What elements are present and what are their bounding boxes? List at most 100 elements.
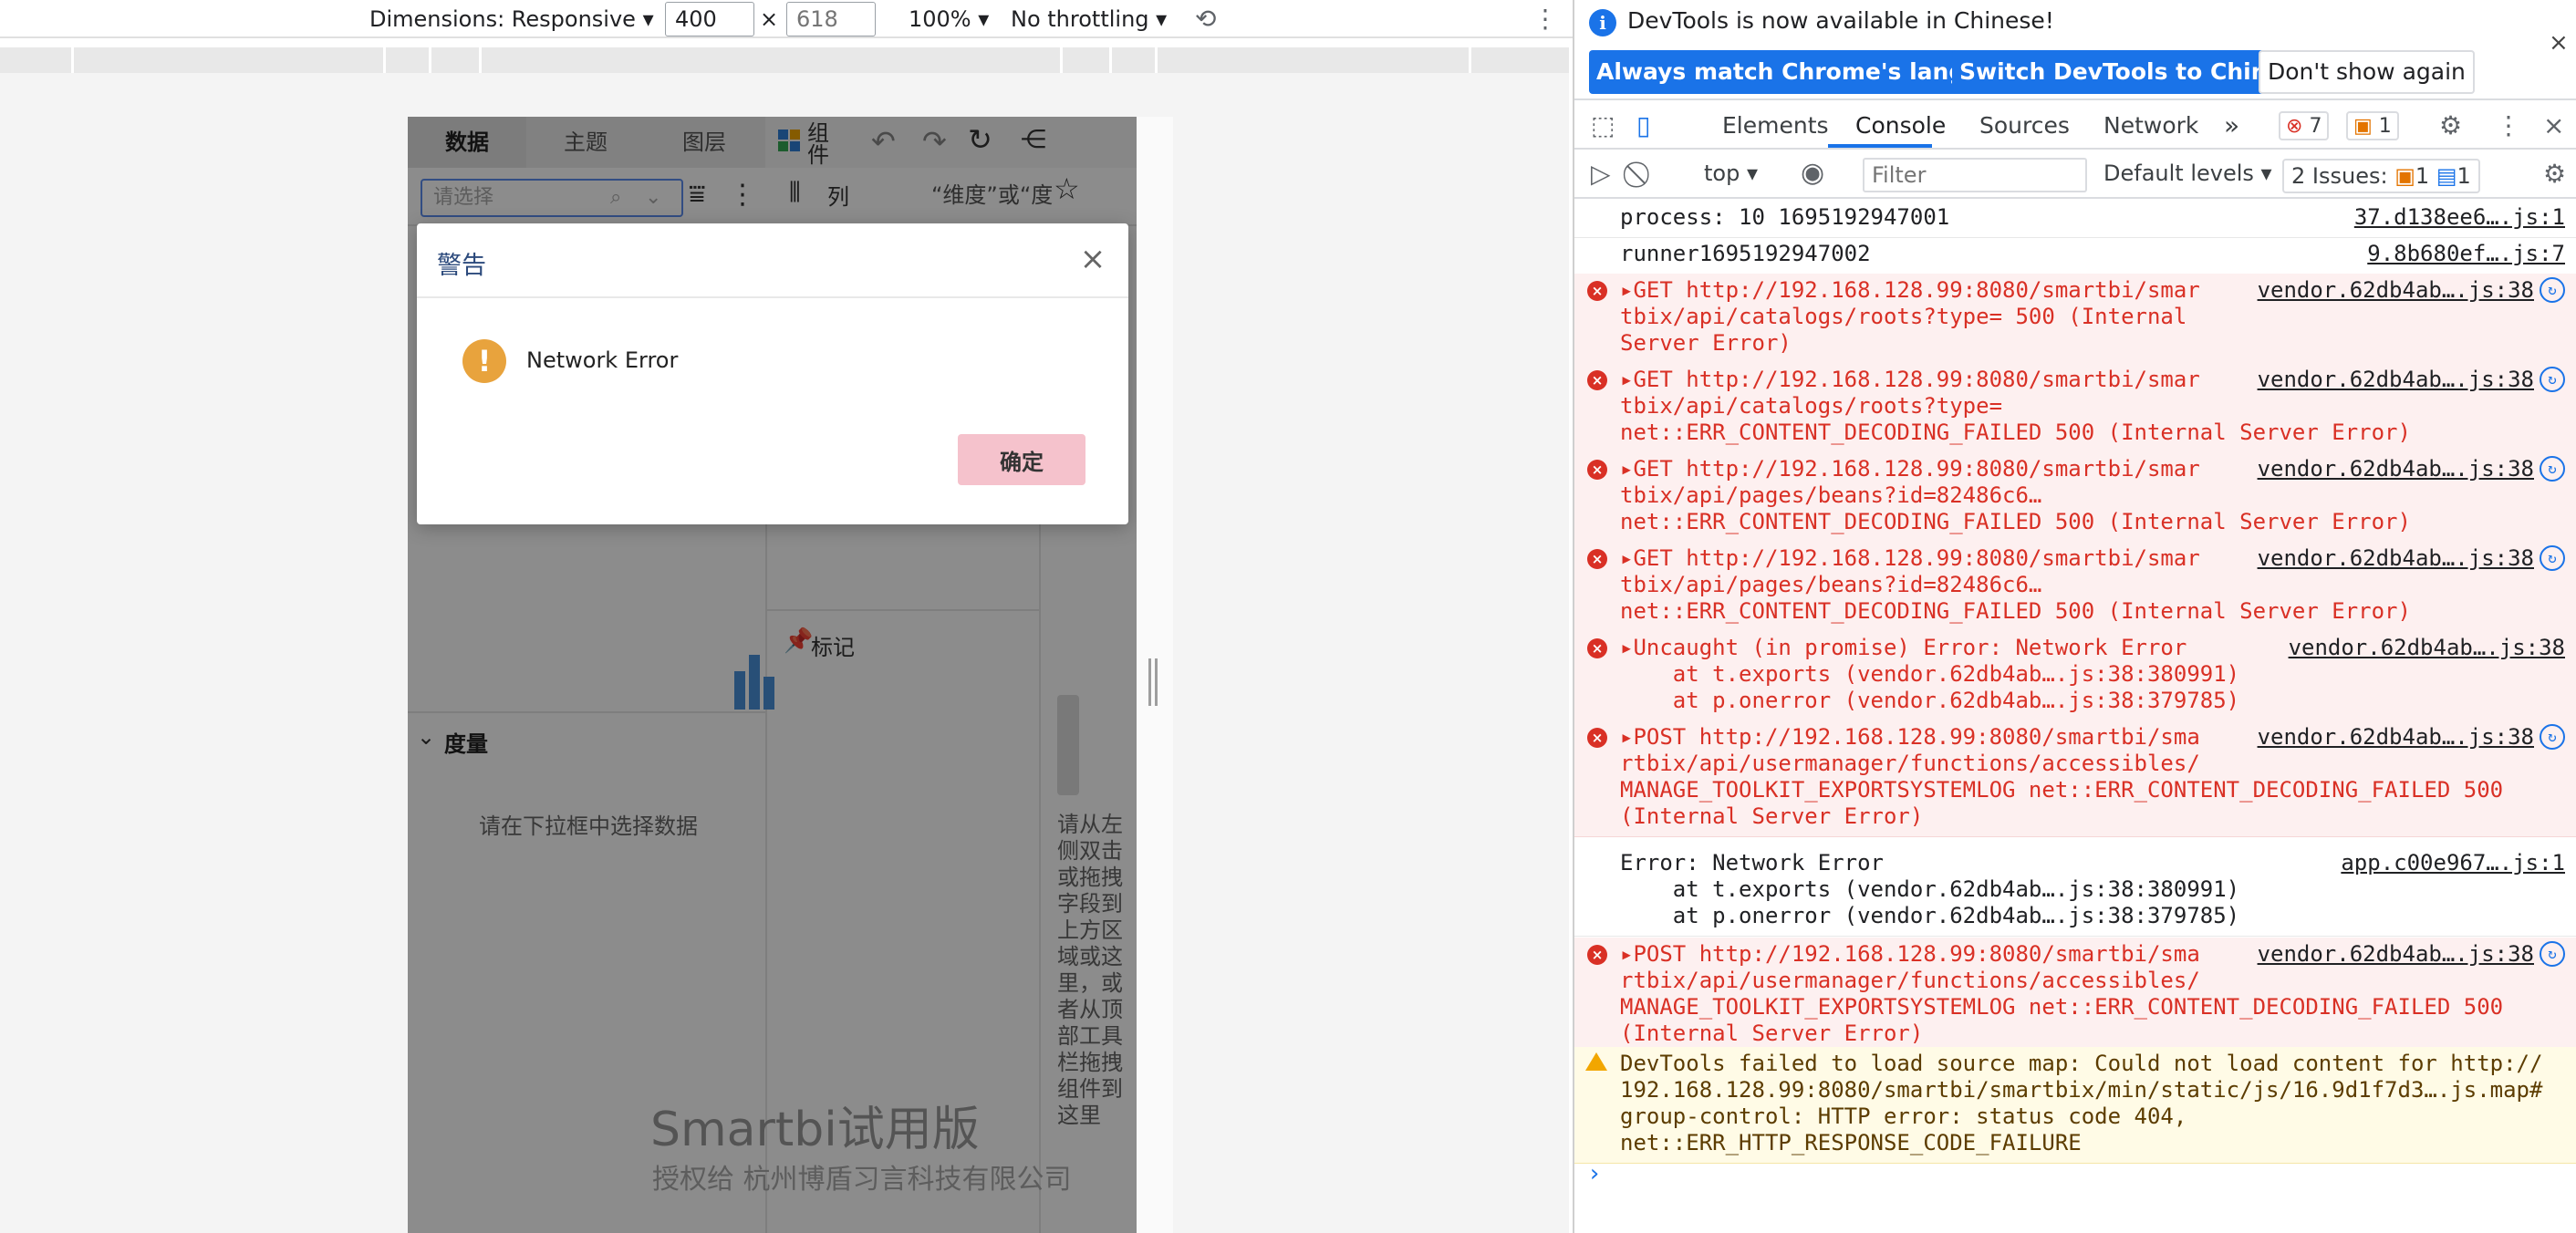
console-error-row[interactable]: × ▸Uncaught (in promise) Error: Network E… (1574, 631, 2576, 721)
console-prompt[interactable]: › (1587, 1160, 1602, 1187)
source-link[interactable]: vendor.62db4ab….js:38 (2289, 635, 2565, 660)
console-message-line: ▸GET http://192.168.128.99:8080/smartbi/… (1620, 367, 2200, 392)
settings-icon[interactable]: ⚙ (2543, 159, 2566, 189)
network-request-icon[interactable]: ↻ (2540, 456, 2565, 482)
console-log-row[interactable]: Error: Network Error at t.exports (vendo… (1574, 846, 2576, 937)
warnings-count: 1 (2378, 115, 2392, 138)
console-error-row[interactable]: × ▸POST http://192.168.128.99:8080/smartb… (1574, 720, 2576, 837)
error-icon: × (1587, 945, 1607, 965)
width-input[interactable] (665, 2, 754, 36)
inspect-icon[interactable]: ⬚ (1591, 113, 1615, 139)
tab-sources[interactable]: Sources (1979, 113, 2070, 139)
more-tabs-icon[interactable]: » (2224, 113, 2239, 139)
levels-label: Default levels (2103, 161, 2254, 186)
infobar-text: DevTools is now available in Chinese! (1627, 7, 2054, 34)
media-query-ruler[interactable] (0, 47, 1569, 73)
network-request-icon[interactable]: ↻ (2540, 724, 2565, 750)
device-toggle-icon[interactable]: ▯ (1636, 113, 1650, 139)
console-message-line: Server Error) (1620, 330, 1792, 356)
warning-icon: ▣ (2394, 163, 2415, 189)
source-link[interactable]: app.c00e967….js:1 (2341, 850, 2565, 876)
console-message-line: net::ERR_CONTENT_DECODING_FAILED 500 (In… (1620, 420, 2411, 445)
console-error-row[interactable]: × ▸POST http://192.168.128.99:8080/smartb… (1574, 938, 2576, 1054)
console-message-line: ▸POST http://192.168.128.99:8080/smartbi… (1620, 941, 2200, 967)
close-icon[interactable]: × (2549, 29, 2569, 57)
kebab-icon[interactable]: ⋮ (2496, 113, 2521, 139)
console-error-row[interactable]: × ▸GET http://192.168.128.99:8080/smartbi… (1574, 542, 2576, 632)
dont-show-button[interactable]: Don't show again (2259, 50, 2475, 94)
console-log: process: 10 1695192947001 37.d138ee6….js:… (1574, 201, 2576, 1233)
source-link[interactable]: 37.d138ee6….js:1 (2354, 204, 2565, 230)
active-tab-indicator (1828, 144, 1932, 148)
source-link[interactable]: vendor.62db4ab….js:38 (2258, 456, 2534, 482)
source-link[interactable]: vendor.62db4ab….js:38 (2258, 367, 2534, 392)
console-message-line: group-control: HTTP error: status code 4… (1620, 1103, 2187, 1129)
error-icon: × (1587, 638, 1607, 658)
console-message-line: ▸POST http://192.168.128.99:8080/smartbi… (1620, 724, 2200, 750)
console-message-line: (Internal Server Error) (1620, 1021, 1924, 1046)
network-request-icon[interactable]: ↻ (2540, 545, 2565, 571)
console-message-line: at t.exports (vendor.62db4ab….js:38:3809… (1620, 661, 2240, 687)
console-log-row[interactable]: process: 10 1695192947001 37.d138ee6….js:… (1574, 201, 2576, 238)
sidebar-toggle-icon[interactable]: ▷ (1591, 159, 1611, 189)
levels-dropdown[interactable]: Default levels ▾ (2103, 161, 2272, 186)
context-label: top (1704, 161, 1740, 186)
throttling-dropdown[interactable]: No throttling ▾ (1011, 5, 1167, 34)
tab-elements[interactable]: Elements (1722, 113, 1829, 139)
source-link[interactable]: vendor.62db4ab….js:38 (2258, 545, 2534, 571)
console-message-line: tbix/api/catalogs/roots?type= (1620, 393, 2003, 419)
close-icon[interactable]: × (1077, 243, 1108, 276)
console-message-line: tbix/api/catalogs/roots?type= 500 (Inter… (1620, 304, 2187, 329)
dialog-header (417, 223, 1128, 298)
source-link[interactable]: vendor.62db4ab….js:38 (2258, 724, 2534, 750)
issues-info-count: 1 (2457, 163, 2471, 189)
tab-network[interactable]: Network (2103, 113, 2198, 139)
console-message-line: net::ERR_CONTENT_DECODING_FAILED 500 (In… (1620, 509, 2411, 534)
warnings-badge[interactable]: ▣ 1 (2346, 111, 2399, 140)
console-warning-row[interactable]: DevTools failed to load source map: Coul… (1574, 1047, 2576, 1164)
errors-count: 7 (2309, 115, 2322, 138)
network-request-icon[interactable]: ↻ (2540, 941, 2565, 967)
console-message-line: ▸GET http://192.168.128.99:8080/smartbi/… (1620, 277, 2200, 303)
device-emulation-pane: Dimensions: Responsive ▾ × 100% ▾ No thr… (0, 0, 1573, 1233)
network-request-icon[interactable]: ↻ (2540, 277, 2565, 303)
console-message-line: runner1695192947002 (1620, 241, 1871, 266)
dialog-title: 警告 (437, 252, 486, 280)
filter-input[interactable] (1863, 158, 2087, 192)
tab-console[interactable]: Console (1855, 113, 1946, 139)
error-icon: × (1587, 370, 1607, 390)
console-log-row[interactable]: runner1695192947002 9.8b680ef….js:7 (1574, 237, 2576, 275)
console-error-row[interactable]: × ▸GET http://192.168.128.99:8080/smartbi… (1574, 452, 2576, 543)
error-icon: × (1587, 728, 1607, 748)
source-link[interactable]: vendor.62db4ab….js:38 (2258, 941, 2534, 967)
console-message-line: at t.exports (vendor.62db4ab….js:38:3809… (1620, 876, 2240, 902)
eye-icon[interactable]: ◉ (1801, 157, 1824, 189)
error-icon: × (1587, 549, 1607, 569)
source-link[interactable]: vendor.62db4ab….js:38 (2258, 277, 2534, 303)
console-error-row[interactable]: × ▸GET http://192.168.128.99:8080/smartbi… (1574, 274, 2576, 364)
errors-badge[interactable]: ⊗ 7 (2279, 111, 2330, 140)
console-message-line: MANAGE_TOOLKIT_EXPORTSYSTEMLOG net::ERR_… (1620, 994, 2504, 1020)
zoom-dropdown[interactable]: 100% ▾ (909, 5, 989, 34)
console-error-row[interactable]: × ▸GET http://192.168.128.99:8080/smartbi… (1574, 363, 2576, 453)
settings-icon[interactable]: ⚙ (2439, 113, 2462, 139)
issues-warn-count: 1 (2415, 163, 2430, 189)
context-dropdown[interactable]: top ▾ (1704, 161, 1758, 186)
issues-button[interactable]: 2 Issues: ▣1 ▤1 (2282, 159, 2480, 193)
close-icon[interactable]: × (2543, 113, 2564, 139)
height-input[interactable] (786, 2, 876, 36)
console-message-line: DevTools failed to load source map: Coul… (1620, 1051, 2543, 1076)
more-options-icon[interactable]: ⋮ (1532, 5, 1558, 34)
console-message-line: at p.onerror (vendor.62db4ab….js:38:3797… (1620, 688, 2240, 713)
console-message-line: (Internal Server Error) (1620, 803, 1924, 829)
dimensions-dropdown[interactable]: Dimensions: Responsive ▾ (369, 5, 654, 34)
console-message-line: net::ERR_HTTP_RESPONSE_CODE_FAILURE (1620, 1130, 2082, 1155)
console-message-line: rtbix/api/usermanager/functions/accessib… (1620, 751, 2200, 776)
rotate-icon[interactable]: ⟲ (1195, 5, 1216, 34)
network-request-icon[interactable]: ↻ (2540, 367, 2565, 392)
resize-handle[interactable] (1148, 658, 1158, 706)
device-toolbar: Dimensions: Responsive ▾ × 100% ▾ No thr… (0, 0, 1573, 38)
confirm-button[interactable]: 确定 (958, 434, 1085, 485)
source-link[interactable]: 9.8b680ef….js:7 (2367, 241, 2565, 266)
dialog-message: Network Error (526, 347, 679, 373)
